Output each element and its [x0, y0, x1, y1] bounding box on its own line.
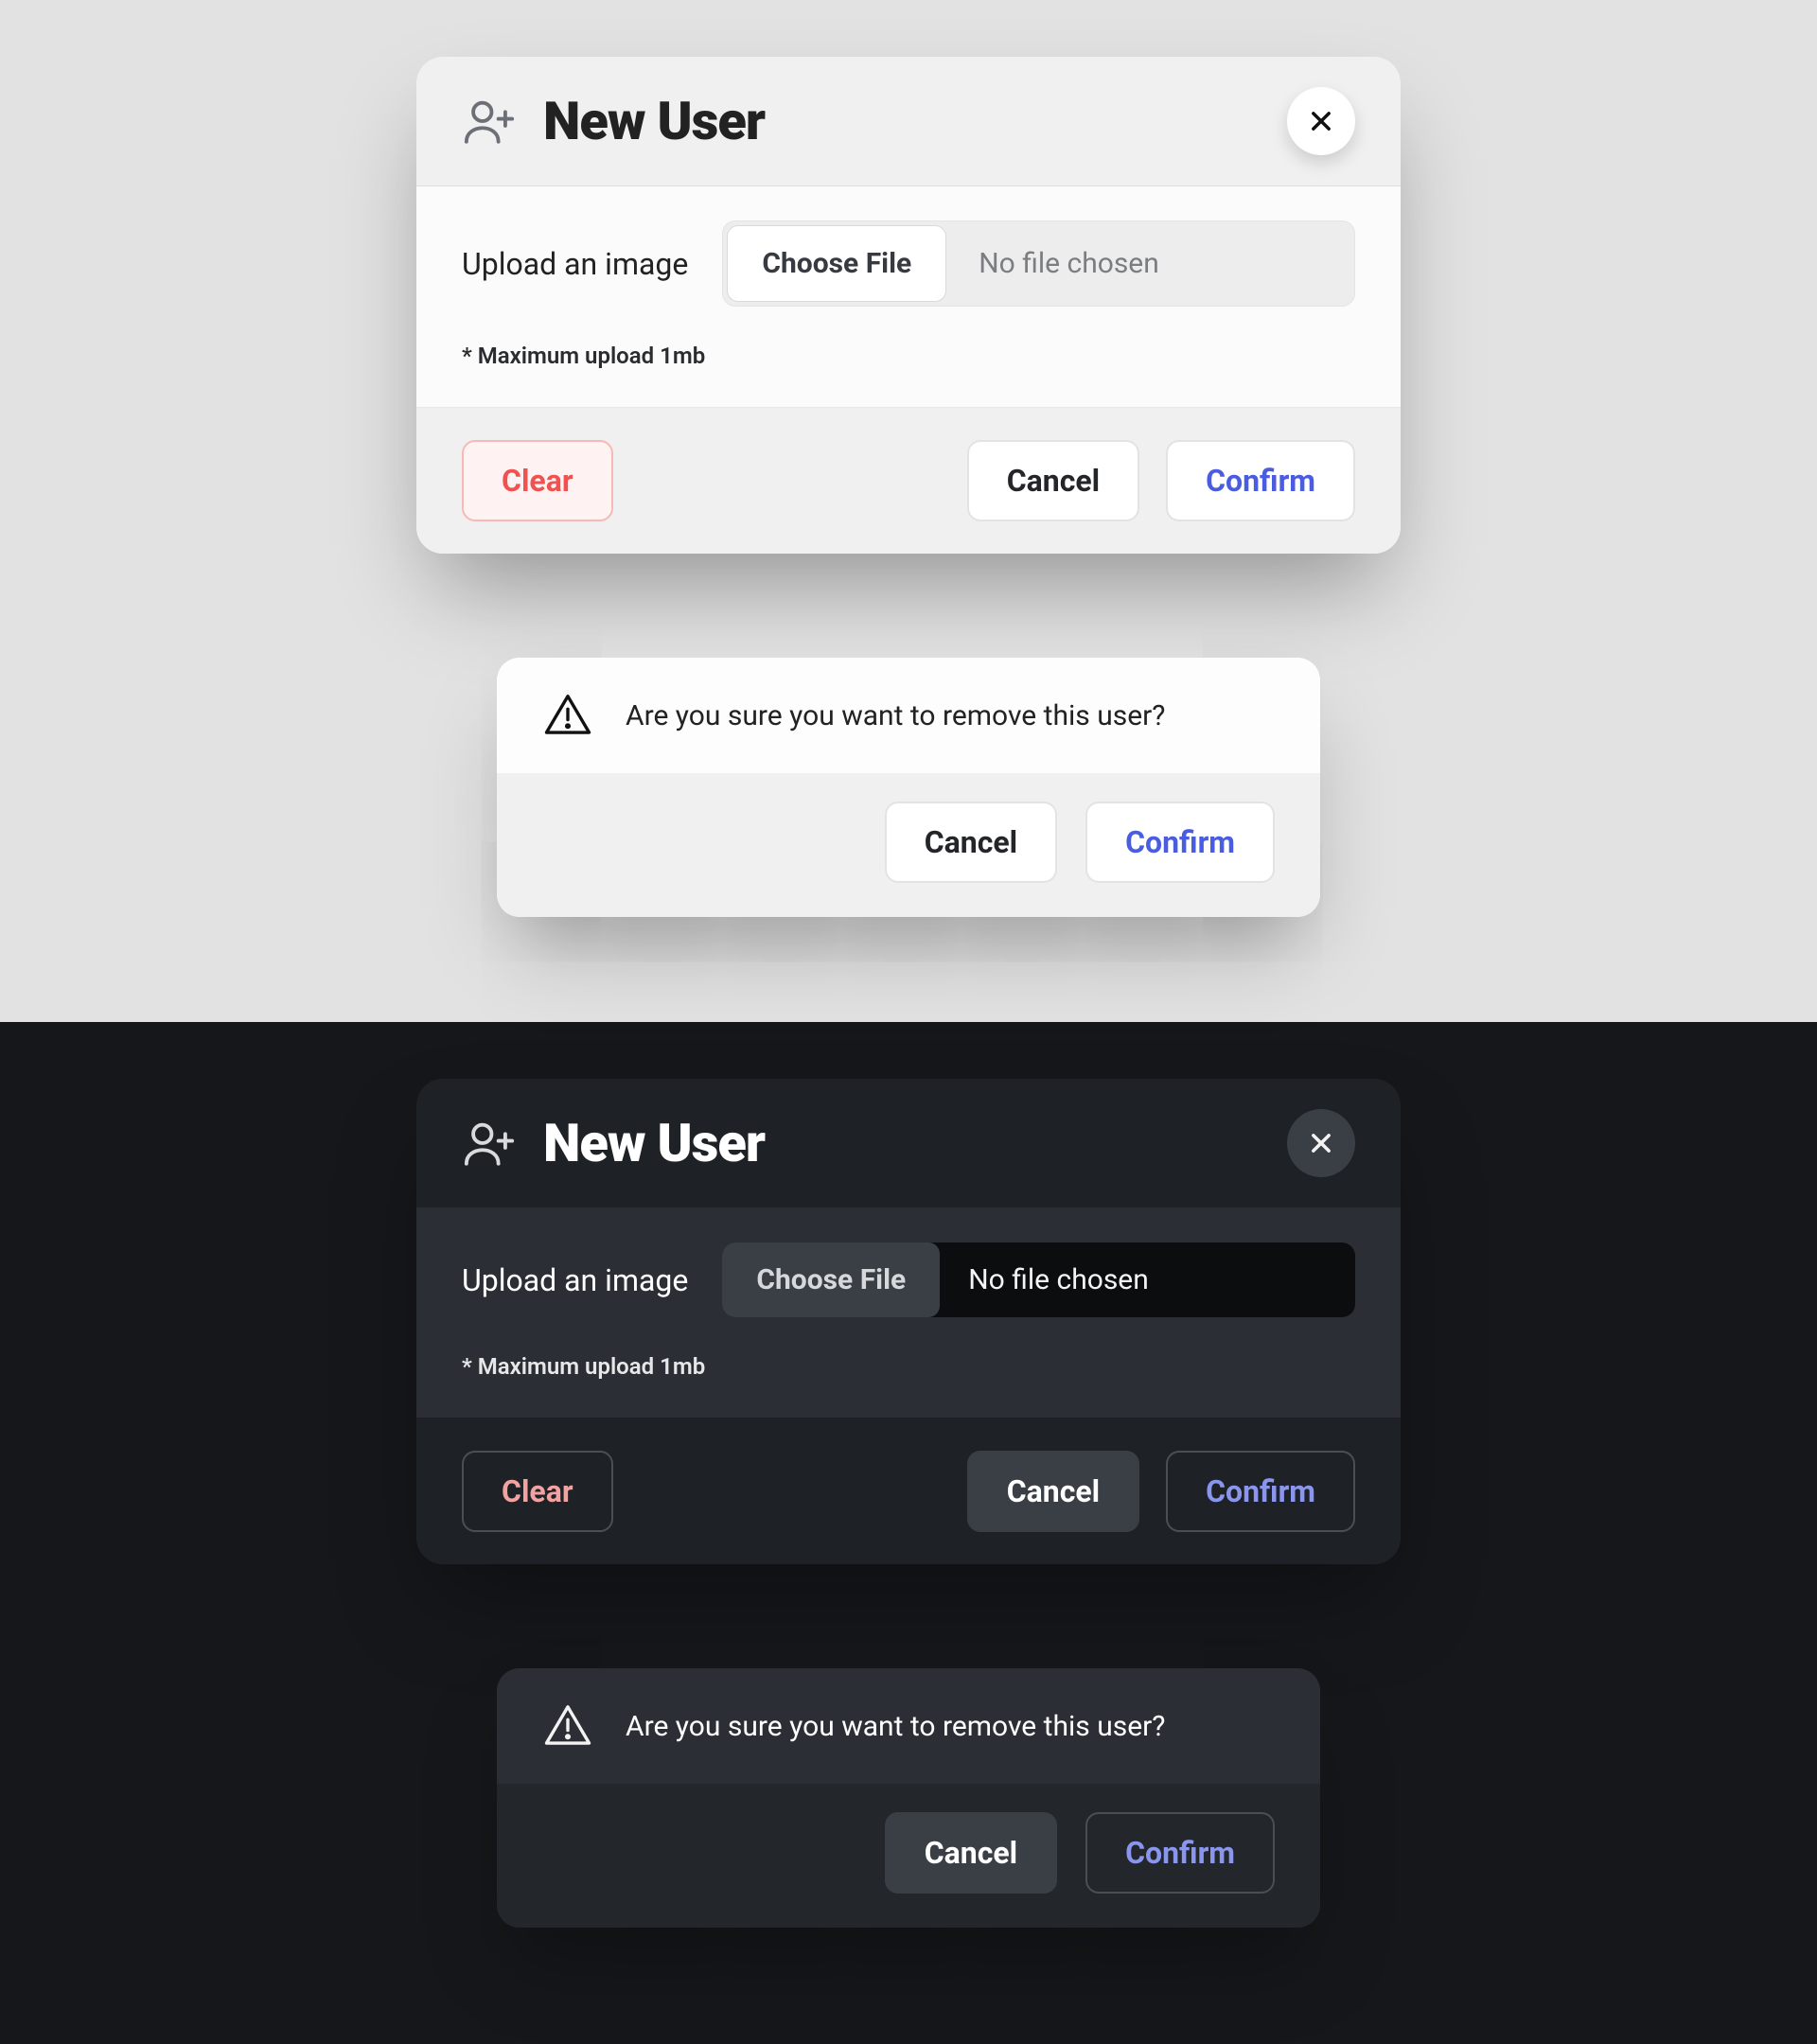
close-icon [1308, 1130, 1334, 1156]
light-theme-region: New User Upload an image Choose File No … [0, 0, 1817, 1022]
confirm-button[interactable]: Confirm [1166, 1451, 1355, 1532]
modal-title: New User [543, 1112, 765, 1174]
new-user-modal: New User Upload an image Choose File No … [416, 1079, 1401, 1564]
modal-title: New User [543, 90, 765, 152]
close-button[interactable] [1287, 87, 1355, 155]
file-input[interactable]: Choose File No file chosen [722, 220, 1355, 307]
confirm-modal-body: Are you sure you want to remove this use… [497, 658, 1320, 773]
cancel-button[interactable]: Cancel [967, 1451, 1139, 1532]
file-input[interactable]: Choose File No file chosen [722, 1242, 1355, 1317]
modal-body: Upload an image Choose File No file chos… [416, 1208, 1401, 1418]
modal-footer: Clear Cancel Confirm [416, 408, 1401, 554]
close-icon [1308, 108, 1334, 134]
add-user-icon [462, 1116, 517, 1171]
warning-icon [542, 1700, 593, 1752]
modal-header: New User [416, 1079, 1401, 1208]
confirm-remove-modal: Are you sure you want to remove this use… [497, 1668, 1320, 1928]
confirm-modal-footer: Cancel Confirm [497, 1784, 1320, 1928]
upload-row: Upload an image Choose File No file chos… [462, 220, 1355, 307]
confirm-remove-modal: Are you sure you want to remove this use… [497, 658, 1320, 917]
confirm-button[interactable]: Confirm [1085, 1812, 1275, 1894]
confirm-modal-footer: Cancel Confirm [497, 773, 1320, 917]
modal-header: New User [416, 57, 1401, 186]
upload-hint: * Maximum upload 1mb [462, 343, 1355, 369]
modal-footer: Clear Cancel Confirm [416, 1418, 1401, 1564]
clear-button[interactable]: Clear [462, 440, 613, 521]
warning-icon [542, 690, 593, 741]
close-button[interactable] [1287, 1109, 1355, 1177]
file-name-display: No file chosen [940, 1242, 1355, 1317]
confirm-message: Are you sure you want to remove this use… [626, 699, 1165, 732]
confirm-button[interactable]: Confirm [1085, 802, 1275, 883]
confirm-modal-body: Are you sure you want to remove this use… [497, 1668, 1320, 1784]
upload-row: Upload an image Choose File No file chos… [462, 1242, 1355, 1317]
new-user-modal: New User Upload an image Choose File No … [416, 57, 1401, 554]
confirm-message: Are you sure you want to remove this use… [626, 1710, 1165, 1743]
cancel-button[interactable]: Cancel [885, 802, 1057, 883]
choose-file-button[interactable]: Choose File [727, 225, 946, 302]
upload-label: Upload an image [462, 1262, 688, 1298]
add-user-icon [462, 94, 517, 149]
modal-body: Upload an image Choose File No file chos… [416, 186, 1401, 408]
file-name-display: No file chosen [950, 221, 1354, 306]
choose-file-button[interactable]: Choose File [722, 1242, 940, 1317]
clear-button[interactable]: Clear [462, 1451, 613, 1532]
dark-theme-region: New User Upload an image Choose File No … [0, 1022, 1817, 2044]
upload-hint: * Maximum upload 1mb [462, 1353, 1355, 1380]
cancel-button[interactable]: Cancel [885, 1812, 1057, 1894]
upload-label: Upload an image [462, 246, 688, 282]
cancel-button[interactable]: Cancel [967, 440, 1139, 521]
confirm-button[interactable]: Confirm [1166, 440, 1355, 521]
